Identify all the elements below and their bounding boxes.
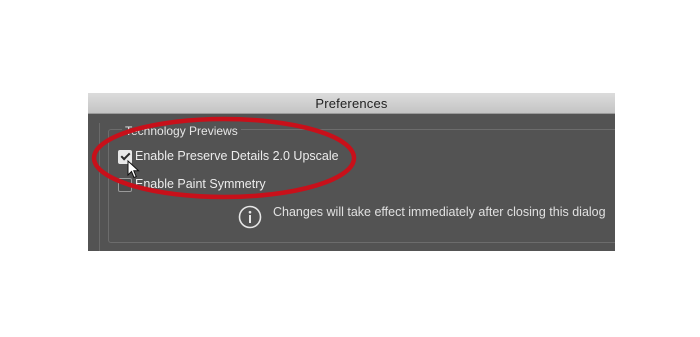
preserve-details-label[interactable]: Enable Preserve Details 2.0 Upscale	[135, 149, 339, 163]
dialog-title: Preferences	[315, 96, 388, 111]
info-message: Changes will take effect immediately aft…	[273, 205, 606, 219]
group-label: Technology Previews	[122, 124, 241, 138]
mouse-pointer-icon	[127, 160, 140, 179]
title-bar[interactable]: Preferences	[88, 93, 615, 114]
paint-symmetry-checkbox[interactable]	[118, 178, 132, 192]
info-icon	[238, 205, 262, 229]
preferences-dialog: Preferences Technology Previews Enable P…	[88, 93, 615, 251]
paint-symmetry-label[interactable]: Enable Paint Symmetry	[135, 177, 266, 191]
sidebar-edge	[99, 123, 100, 251]
